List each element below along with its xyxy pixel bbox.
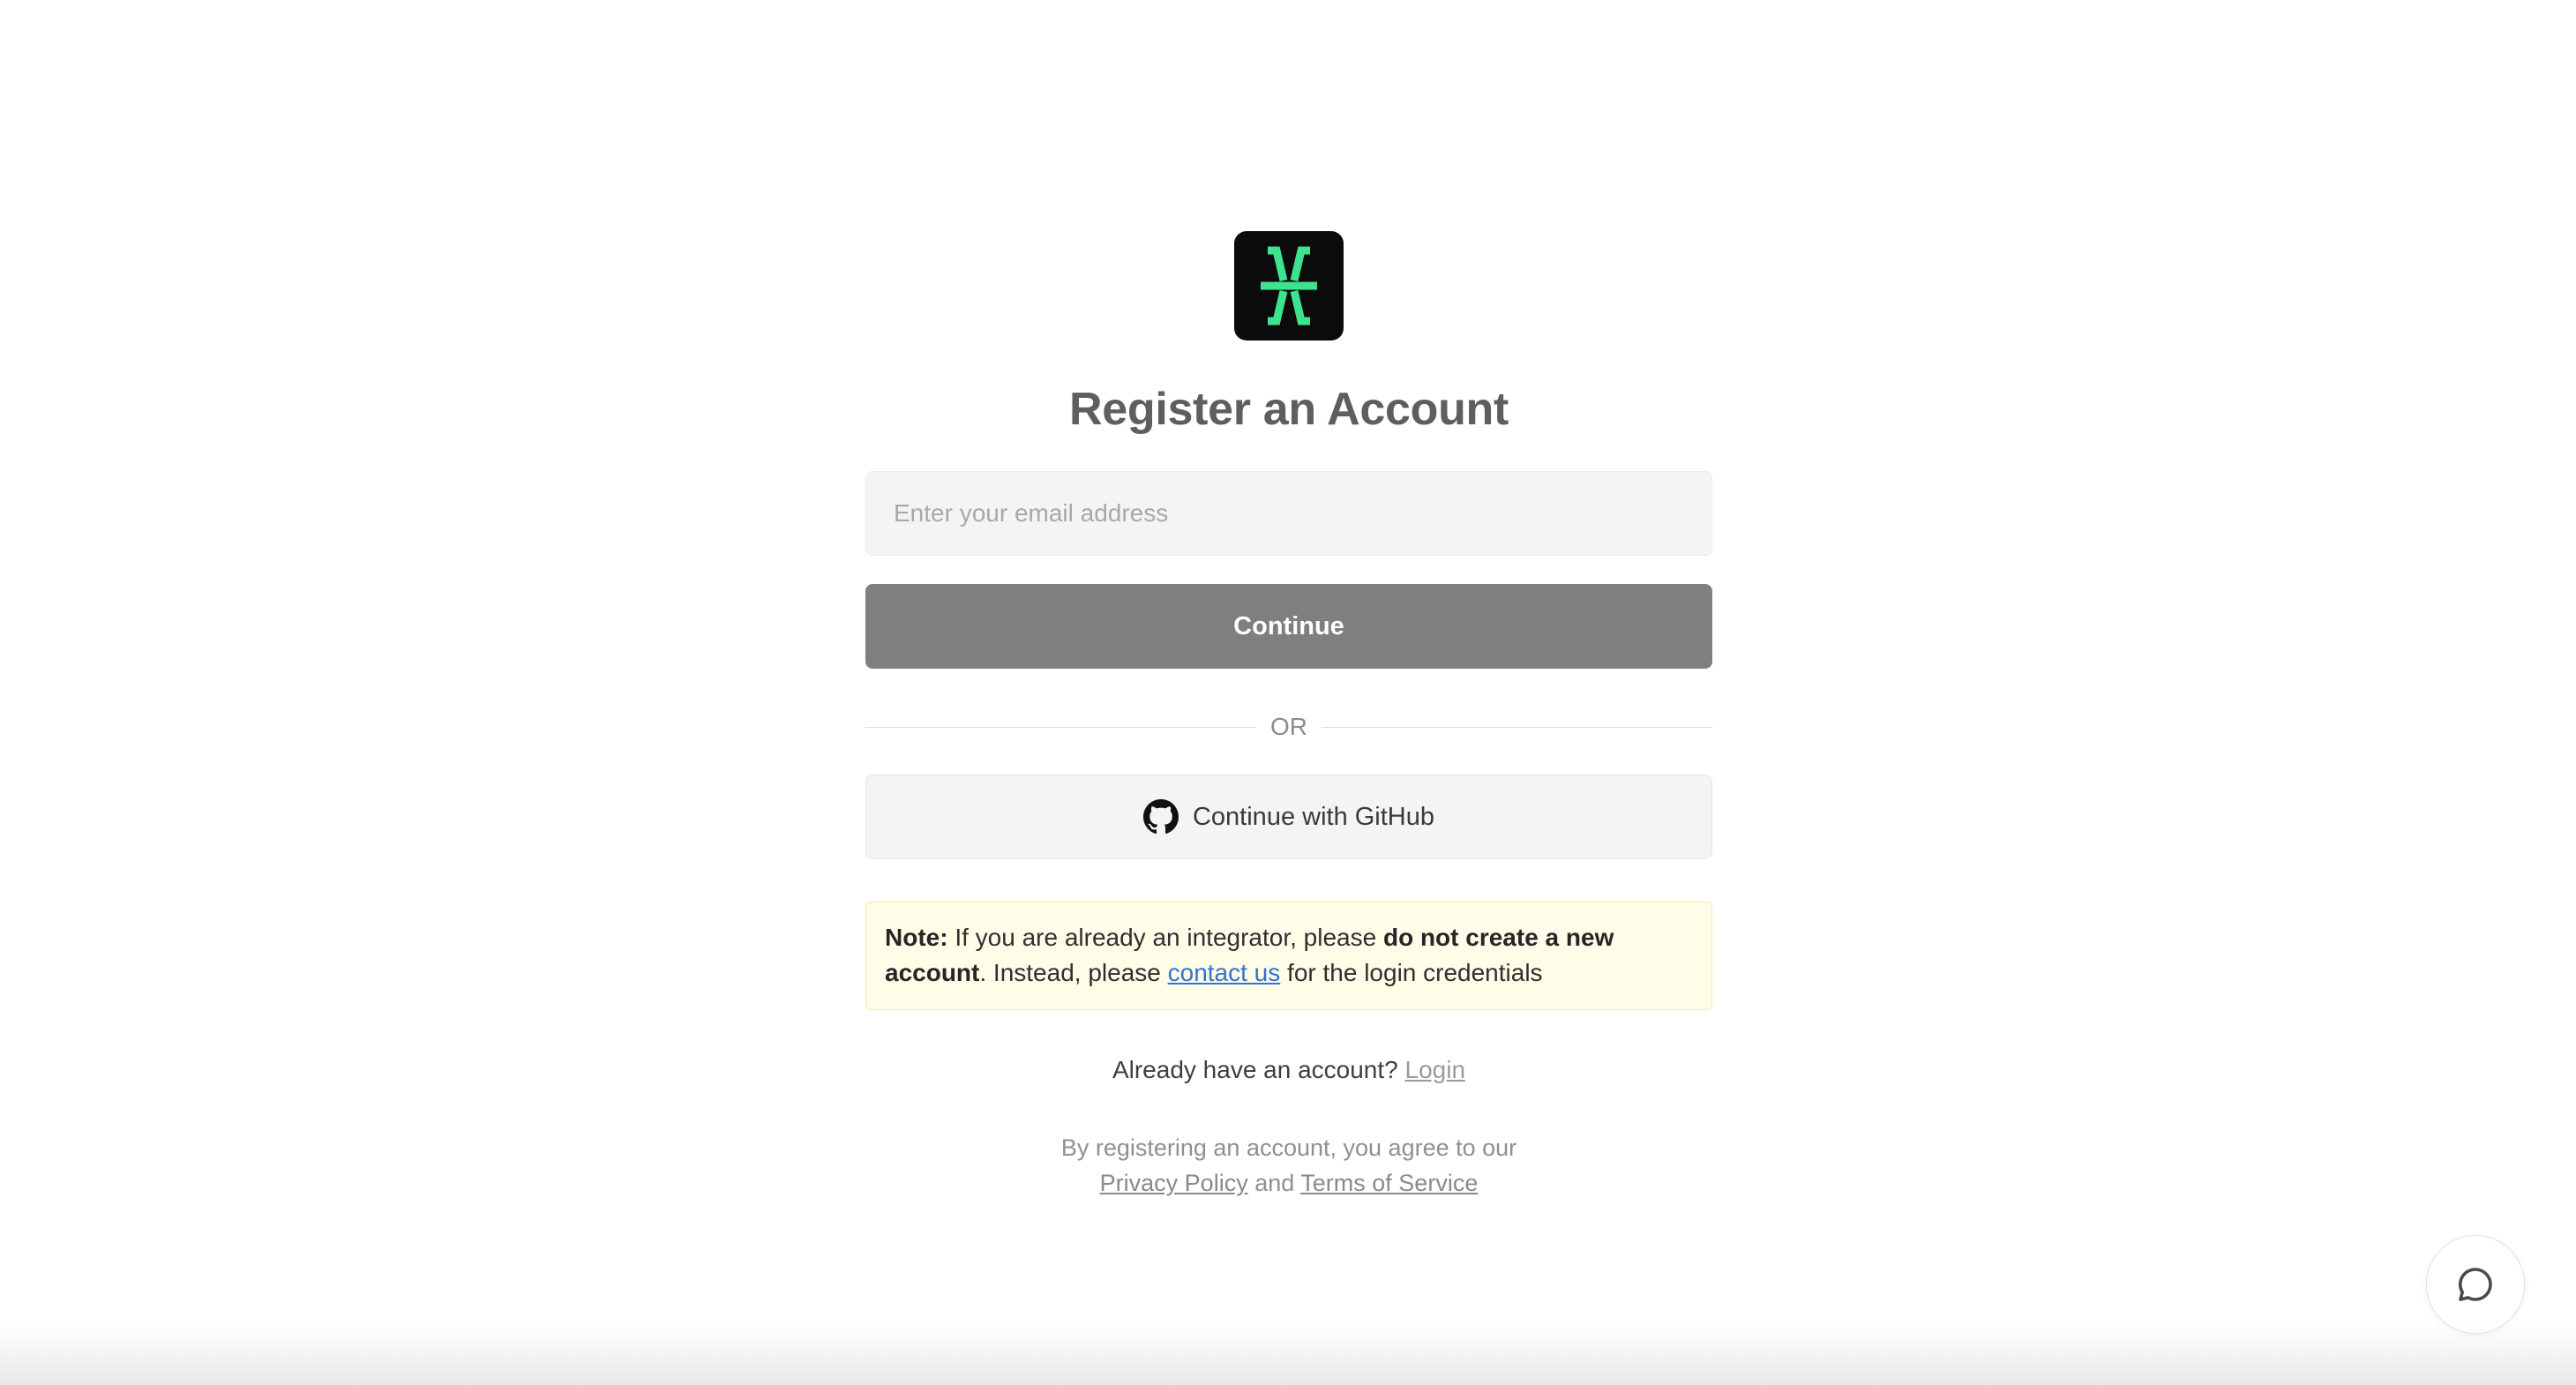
note-label: Note: [885,924,948,951]
register-page: Register an Account Continue OR Continue… [0,0,2576,1385]
email-field[interactable] [865,471,1712,556]
github-button-label: Continue with GitHub [1192,802,1435,831]
x-logo-icon [1261,246,1317,326]
brand-logo [1234,231,1344,341]
note-text-2: . Instead, please [979,959,1168,986]
register-card: Register an Account Continue OR Continue… [865,231,1712,1201]
login-prompt-text: Already have an account? [1112,1056,1405,1083]
bottom-shadow [0,1323,2576,1385]
login-link[interactable]: Login [1405,1056,1466,1083]
legal-text: By registering an account, you agree to … [1060,1134,1517,1161]
divider-line-left [865,726,1256,728]
github-icon [1142,799,1179,835]
continue-button[interactable]: Continue [865,584,1712,669]
page-title: Register an Account [1068,384,1509,435]
contact-us-link[interactable]: contact us [1168,959,1281,986]
divider-text: OR [1270,713,1307,740]
chat-bubble-icon [2458,1268,2492,1301]
legal-links: Privacy Policy and Terms of Service [1061,1165,1516,1201]
legal-and-text: and [1247,1170,1301,1196]
legal-notice: By registering an account, you agree to … [1061,1130,1516,1201]
note-text-1: If you are already an integrator, please [947,924,1383,951]
chat-widget-button[interactable] [2426,1235,2525,1334]
or-divider: OR [865,713,1712,741]
note-text-3: for the login credentials [1280,959,1543,986]
login-prompt: Already have an account? Login [1112,1052,1465,1088]
divider-line-right [1322,726,1712,728]
terms-of-service-link[interactable]: Terms of Service [1300,1170,1478,1196]
privacy-policy-link[interactable]: Privacy Policy [1100,1170,1248,1196]
github-login-button[interactable]: Continue with GitHub [865,775,1712,859]
integrator-note: Note: If you are already an integrator, … [865,902,1712,1010]
